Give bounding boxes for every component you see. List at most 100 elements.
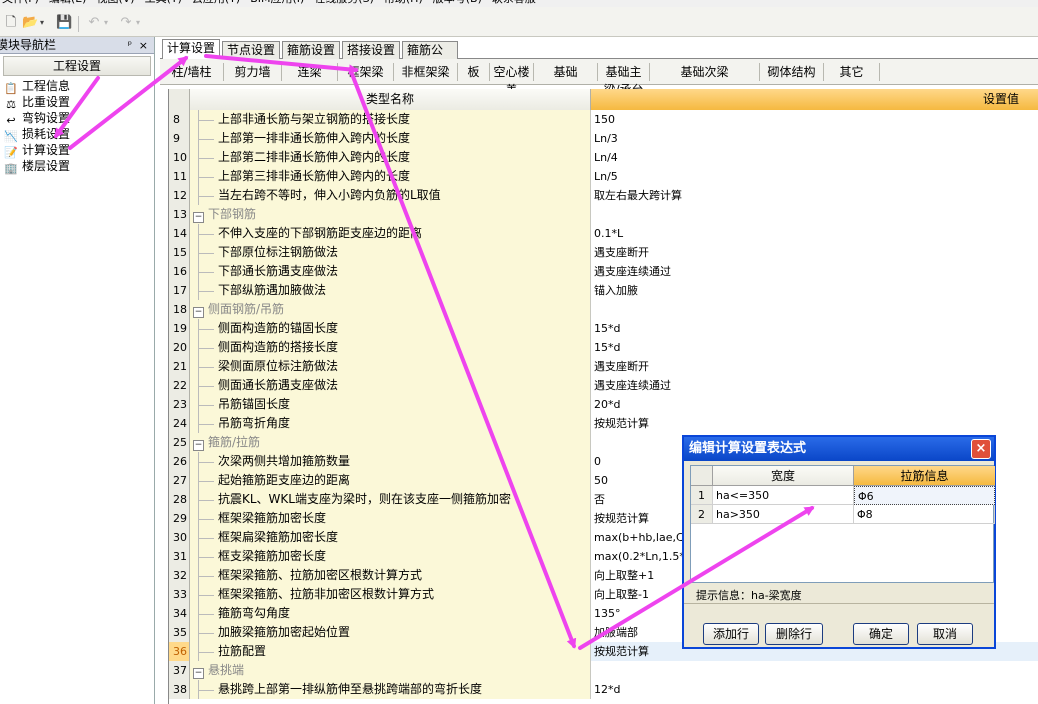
row-value-cell[interactable]: Ln/5 (591, 167, 1038, 186)
table-row[interactable]: 21 梁侧面原位标注筋做法 遇支座断开 (169, 357, 1038, 376)
menu-item[interactable]: 联系客服 (490, 0, 536, 5)
collapse-icon[interactable]: − (193, 212, 204, 223)
menu-item[interactable]: 帮助(H) (382, 0, 423, 5)
menu-item[interactable]: 编辑(E) (47, 0, 87, 5)
delete-row-button[interactable]: 删除行 (765, 623, 823, 645)
table-row[interactable]: 14 不伸入支座的下部钢筋距支座边的距离 0.1*L (169, 224, 1038, 243)
secondary-tab[interactable]: 柱/墙柱 (160, 63, 224, 81)
grid-group-row[interactable]: 13− 下部钢筋 (169, 205, 1038, 224)
row-value-cell[interactable]: 0.1*L (591, 224, 1038, 243)
collapse-icon[interactable]: − (193, 668, 204, 679)
menu-item[interactable]: 视图(V) (94, 0, 134, 5)
secondary-tab[interactable]: 连梁 (282, 63, 338, 81)
row-value-cell[interactable] (591, 205, 1038, 224)
menu-item[interactable]: 版本号(B) (431, 0, 482, 5)
table-row[interactable]: 22 侧面通长筋遇支座做法 遇支座连续通过 (169, 376, 1038, 395)
table-row[interactable]: 38 悬挑跨上部第一排纵筋伸至悬挑跨端部的弯折长度 12*d (169, 680, 1038, 699)
row-value-cell[interactable]: 取左右最大跨计算 (591, 186, 1038, 205)
navigator-item-project-info[interactable]: 📋 工程信息 (0, 78, 154, 95)
table-row[interactable]: 8 上部非通长筋与架立钢筋的搭接长度 150 (169, 110, 1038, 129)
secondary-tab[interactable]: 框架梁 (338, 63, 394, 81)
row-value-cell[interactable]: 20*d (591, 395, 1038, 414)
table-row[interactable]: 19 侧面构造筋的锚固长度 15*d (169, 319, 1038, 338)
table-row[interactable]: 10 上部第二排非通长筋伸入跨内的长度 Ln/4 (169, 148, 1038, 167)
table-row[interactable]: 9 上部第一排非通长筋伸入跨内的长度 Ln/3 (169, 129, 1038, 148)
close-icon[interactable]: × (139, 37, 148, 54)
row-value-cell[interactable]: 遇支座断开 (591, 243, 1038, 262)
secondary-tab[interactable]: 基础主梁/承台梁 (598, 63, 650, 115)
table-row[interactable]: 17 下部纵筋遇加腋做法 锚入加腋 (169, 281, 1038, 300)
pin-icon[interactable]: ᵖ (128, 37, 132, 54)
primary-tab[interactable]: 节点设置 (222, 41, 280, 59)
dialog-column-tie-info[interactable]: 拉筋信息 (854, 466, 995, 486)
table-row[interactable]: 23 吊筋锚固长度 20*d (169, 395, 1038, 414)
table-row[interactable]: 24 吊筋弯折角度 按规范计算 (169, 414, 1038, 433)
column-header-type-name[interactable]: 类型名称 (190, 89, 591, 110)
primary-tab[interactable]: 箍筋设置 (282, 41, 340, 59)
row-value-cell[interactable]: 按规范计算 (591, 414, 1038, 433)
primary-tab[interactable]: 计算设置 (162, 39, 220, 60)
menu-item[interactable]: 文件(F) (0, 0, 39, 5)
navigator-item-floor-settings[interactable]: 🏢 楼层设置 (0, 158, 154, 175)
grid-group-row[interactable]: 37− 悬挑端 (169, 661, 1038, 680)
row-value-cell[interactable] (591, 661, 1038, 680)
add-row-button[interactable]: 添加行 (703, 623, 759, 645)
secondary-tab[interactable]: 非框架梁 (394, 63, 458, 81)
navigator-item-hook-settings[interactable]: ↩ 弯钩设置 (0, 110, 154, 127)
ok-button[interactable]: 确定 (853, 623, 909, 645)
undo-icon[interactable]: ↶ (86, 15, 102, 31)
menu-item[interactable]: 工具(T) (143, 0, 182, 5)
secondary-tab[interactable]: 其它 (824, 63, 880, 81)
row-value-cell[interactable]: Ln/4 (591, 148, 1038, 167)
dialog-cell-width[interactable]: ha>350 (713, 505, 854, 524)
grid-group-row[interactable]: 18− 侧面钢筋/吊筋 (169, 300, 1038, 319)
dialog-close-icon[interactable]: × (971, 439, 991, 459)
row-value-cell[interactable]: 遇支座断开 (591, 357, 1038, 376)
secondary-tab[interactable]: 剪力墙 (224, 63, 282, 81)
menu-item[interactable]: 在线服务(S) (312, 0, 374, 5)
menu-item[interactable]: BIM应用(I) (248, 0, 304, 5)
navigator-group-project-settings[interactable]: 工程设置 (3, 56, 151, 76)
primary-tab[interactable]: 箍筋公式 (402, 41, 458, 73)
row-value-cell[interactable]: 150 (591, 110, 1038, 129)
dialog-cell-width[interactable]: ha<=350 (713, 486, 854, 505)
row-value-cell[interactable]: 15*d (591, 338, 1038, 357)
row-value-cell[interactable]: Ln/3 (591, 129, 1038, 148)
row-value-cell[interactable] (591, 300, 1038, 319)
dialog-cell-tie-info[interactable]: Φ6 (854, 486, 995, 505)
row-value-cell[interactable]: 遇支座连续通过 (591, 262, 1038, 281)
row-value-cell[interactable]: 锚入加腋 (591, 281, 1038, 300)
secondary-tab[interactable]: 空心楼盖 (490, 63, 534, 97)
row-value-cell[interactable]: 12*d (591, 680, 1038, 699)
primary-tab[interactable]: 搭接设置 (342, 41, 400, 59)
secondary-tab[interactable]: 基础 (534, 63, 598, 81)
open-dropdown-icon[interactable]: ▾ (38, 15, 46, 31)
table-row[interactable]: 11 上部第三排非通长筋伸入跨内的长度 Ln/5 (169, 167, 1038, 186)
redo-icon[interactable]: ↷ (118, 15, 134, 31)
secondary-tab[interactable]: 板 (458, 63, 490, 81)
table-row[interactable]: 15 下部原位标注钢筋做法 遇支座断开 (169, 243, 1038, 262)
navigator-item-density-settings[interactable]: ⚖ 比重设置 (0, 94, 154, 111)
new-file-icon[interactable]: 🗋 (3, 15, 19, 31)
column-header-value[interactable]: 设置值 (591, 89, 1038, 110)
table-row[interactable]: 12 当左右跨不等时，伸入小跨内负筋的L取值 取左右最大跨计算 (169, 186, 1038, 205)
navigator-item-loss-settings[interactable]: 📉 损耗设置 (0, 126, 154, 143)
cancel-button[interactable]: 取消 (917, 623, 973, 645)
row-value-cell[interactable]: 15*d (591, 319, 1038, 338)
table-row[interactable]: 20 侧面构造筋的搭接长度 15*d (169, 338, 1038, 357)
collapse-icon[interactable]: − (193, 307, 204, 318)
secondary-tab[interactable]: 砌体结构 (760, 63, 824, 81)
undo-dropdown-icon[interactable]: ▾ (102, 15, 110, 31)
dialog-column-width[interactable]: 宽度 (713, 466, 854, 486)
dialog-cell-tie-info[interactable]: Φ8 (854, 505, 995, 524)
row-value-cell[interactable]: 遇支座连续通过 (591, 376, 1038, 395)
navigator-item-calc-settings[interactable]: 📝 计算设置 (0, 142, 154, 159)
redo-dropdown-icon[interactable]: ▾ (134, 15, 142, 31)
open-folder-icon[interactable]: 📂 (22, 15, 38, 31)
menu-item[interactable]: 云应用(Y) (190, 0, 240, 5)
collapse-icon[interactable]: − (193, 440, 204, 451)
secondary-tab[interactable]: 基础次梁 (650, 63, 760, 81)
table-row[interactable]: 16 下部通长筋遇支座做法 遇支座连续通过 (169, 262, 1038, 281)
row-number: 26 (169, 452, 190, 471)
save-icon[interactable]: 💾 (56, 15, 72, 31)
